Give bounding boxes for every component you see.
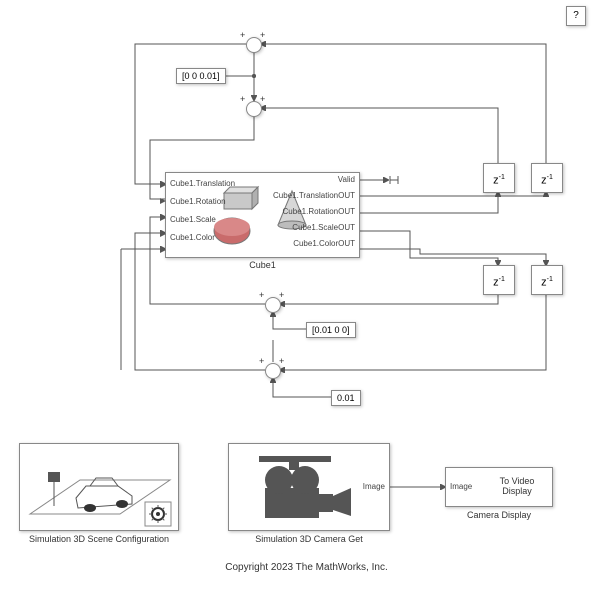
- port-in-scale: Cube1.Scale: [170, 215, 216, 224]
- sim3d-camera-get-block[interactable]: Image: [228, 443, 390, 531]
- simulink-canvas[interactable]: ? + + + + + + + + [0 0 0.01] [0.01 0 0] …: [0, 0, 613, 604]
- port-out-translationout: Cube1.TranslationOUT: [273, 191, 355, 200]
- terminator-valid[interactable]: [388, 174, 400, 186]
- port-out-colorout: Cube1.ColorOUT: [293, 239, 355, 248]
- video-display-text: To Video Display: [488, 476, 546, 496]
- port-in-rotation: Cube1.Rotation: [170, 197, 226, 206]
- copyright-text: Copyright 2023 The MathWorks, Inc.: [0, 562, 613, 573]
- port-in-translation: Cube1.Translation: [170, 179, 235, 188]
- constant-scale-step[interactable]: 0.01: [331, 390, 361, 406]
- video-display-block[interactable]: Image To Video Display: [445, 467, 553, 507]
- sim3d-camera-get-label: Simulation 3D Camera Get: [228, 534, 390, 544]
- cube1-label: Cube1: [165, 260, 360, 270]
- help-block[interactable]: ?: [566, 6, 586, 26]
- constant-translation-step[interactable]: [0 0 0.01]: [176, 68, 226, 84]
- port-out-rotationout: Cube1.RotationOUT: [283, 207, 355, 216]
- unit-delay-scale[interactable]: z-1: [483, 265, 515, 295]
- port-out-image: Image: [363, 482, 385, 491]
- unit-delay-translation[interactable]: z-1: [531, 163, 563, 193]
- unit-delay-color[interactable]: z-1: [531, 265, 563, 295]
- cube1-block[interactable]: Cube1.Translation Cube1.Rotation Cube1.S…: [165, 172, 360, 258]
- sim3d-scene-config-block[interactable]: [19, 443, 179, 531]
- scene-config-icon: [20, 444, 180, 532]
- port-in-color: Cube1.Color: [170, 233, 215, 242]
- camera-display-label: Camera Display: [445, 510, 553, 520]
- port-out-valid: Valid: [338, 175, 355, 184]
- sim3d-scene-config-label: Simulation 3D Scene Configuration: [19, 534, 179, 544]
- gear-icon: [149, 505, 167, 523]
- unit-delay-rotation[interactable]: z-1: [483, 163, 515, 193]
- port-in-image: Image: [450, 482, 472, 491]
- constant-rotation-step[interactable]: [0.01 0 0]: [306, 322, 356, 338]
- port-out-scaleout: Cube1.ScaleOUT: [292, 223, 355, 232]
